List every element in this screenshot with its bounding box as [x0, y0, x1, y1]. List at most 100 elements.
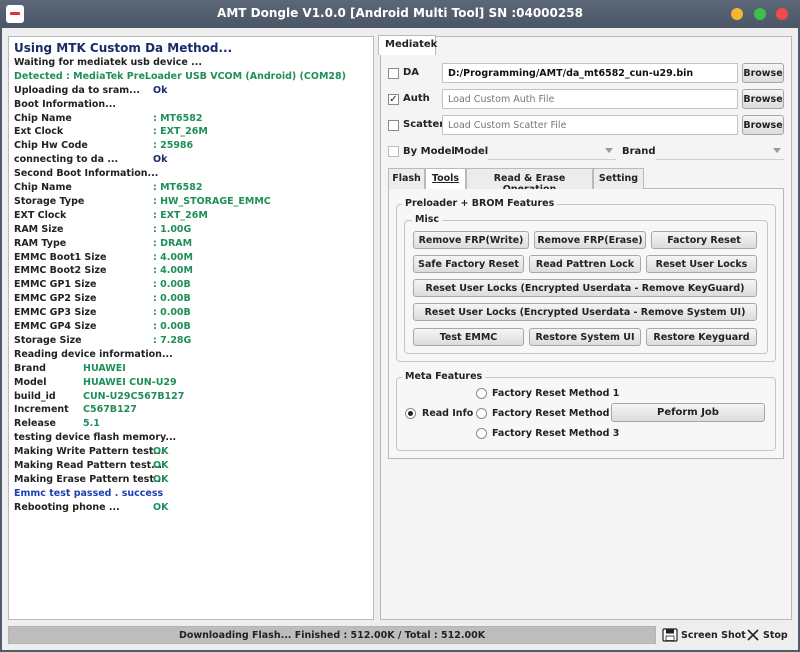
log-value: : 7.28G	[153, 334, 192, 346]
log-line: EMMC GP1 Size	[14, 279, 97, 291]
screenshot-label: Screen Shot	[681, 629, 746, 641]
log-line: testing device flash memory...	[14, 432, 177, 444]
log-value: OK	[153, 501, 169, 513]
log-line: EMMC GP3 Size	[14, 307, 97, 319]
log-value: : 0.00B	[153, 307, 191, 319]
log-line: Making Write Pattern test...	[14, 446, 165, 458]
log-panel[interactable]: Using MTK Custom Da Method... Waiting for…	[8, 36, 374, 620]
by-model-label: By Model	[403, 146, 455, 157]
remove-frp-erase-button[interactable]: Remove FRP(Erase)	[534, 231, 646, 249]
reset-user-locks-keyguard-button[interactable]: Reset User Locks (Encrypted Userdata - R…	[413, 279, 757, 297]
stop-label: Stop	[763, 629, 788, 641]
log-value: : DRAM	[153, 237, 193, 249]
da-label: DA	[403, 67, 420, 78]
tab-setting[interactable]: Setting	[593, 168, 644, 189]
log-value: C567B127	[83, 404, 137, 416]
log-line: EMMC Boot2 Size	[14, 265, 107, 277]
factory-reset-method3-radio[interactable]	[476, 428, 487, 439]
misc-group-title: Misc	[412, 214, 442, 225]
da-checkbox[interactable]	[388, 68, 399, 79]
factory-reset-method2-label: Factory Reset Method 2	[492, 408, 620, 419]
log-line: Storage Type	[14, 195, 85, 207]
perform-job-button[interactable]: Peform Job	[611, 403, 765, 422]
log-value: : 4.00M	[153, 251, 193, 263]
stop-button[interactable]: Stop	[746, 626, 788, 644]
log-value: : 1.00G	[153, 223, 192, 235]
progress-text: Downloading Flash... Finished : 512.00K …	[178, 630, 486, 641]
reset-user-locks-systemui-button[interactable]: Reset User Locks (Encrypted Userdata - R…	[413, 303, 757, 321]
log-value: Ok	[153, 84, 168, 96]
close-button[interactable]	[776, 8, 788, 20]
test-emmc-button[interactable]: Test EMMC	[413, 328, 524, 346]
log-line: EMMC GP4 Size	[14, 321, 97, 332]
log-line: Using MTK Custom Da Method...	[14, 41, 233, 55]
read-info-radio[interactable]	[405, 408, 416, 419]
log-line: Making Read Pattern test...	[14, 460, 162, 471]
log-value: : 4.00M	[153, 265, 193, 277]
tab-read-erase[interactable]: Read & Erase Operation	[466, 168, 593, 195]
tab-tools-label: Tools	[431, 173, 460, 184]
da-browse-button[interactable]: Browse	[742, 63, 784, 83]
tab-flash-label: Flash	[392, 173, 421, 184]
restore-keyguard-button[interactable]: Restore Keyguard	[646, 328, 757, 346]
log-line: Second Boot Information...	[14, 168, 159, 180]
scatter-file-field[interactable]: Load Custom Scatter File	[442, 115, 738, 135]
factory-reset-method3-label: Factory Reset Method 3	[492, 428, 620, 439]
log-value: : HW_STORAGE_EMMC	[153, 195, 271, 207]
auth-browse-button[interactable]: Browse	[742, 89, 784, 109]
reset-user-locks-button[interactable]: Reset User Locks	[646, 255, 757, 273]
minimize-button[interactable]	[731, 8, 743, 20]
factory-reset-button[interactable]: Factory Reset	[651, 231, 757, 249]
maximize-button[interactable]	[754, 8, 766, 20]
log-line: Uploading da to sram...	[14, 84, 141, 96]
meta-group-title: Meta Features	[402, 371, 486, 382]
log-line: EMMC Boot1 Size	[14, 251, 107, 263]
log-line: Release	[14, 418, 56, 430]
tab-flash[interactable]: Flash	[388, 168, 425, 189]
remove-frp-write-button[interactable]: Remove FRP(Write)	[413, 231, 529, 249]
log-line: Emmc test passed . success	[14, 487, 164, 499]
log-line: Boot Information...	[14, 98, 117, 110]
model-select[interactable]	[488, 142, 616, 160]
brand-select[interactable]	[656, 142, 784, 160]
log-value: : 25986	[153, 140, 194, 152]
scatter-checkbox[interactable]	[388, 120, 399, 131]
auth-file-field[interactable]: Load Custom Auth File	[442, 89, 738, 109]
screenshot-button[interactable]: Screen Shot	[662, 626, 746, 644]
tab-mediatek[interactable]: Mediatek	[378, 35, 437, 55]
log-line: RAM Size	[14, 223, 64, 235]
log-line: Increment	[14, 404, 69, 416]
log-line: Rebooting phone ...	[14, 501, 120, 513]
log-value: : 0.00B	[153, 293, 191, 305]
factory-reset-method1-label: Factory Reset Method 1	[492, 388, 620, 399]
by-model-checkbox[interactable]	[388, 146, 399, 157]
factory-reset-method1-radio[interactable]	[476, 388, 487, 399]
progress-bar: Downloading Flash... Finished : 512.00K …	[8, 626, 656, 644]
log-value: HUAWEI CUN-U29	[83, 376, 177, 388]
log-line: Chip Hw Code	[14, 140, 88, 152]
log-line: Reading device information...	[14, 348, 173, 360]
chevron-down-icon	[605, 148, 613, 153]
factory-reset-method2-radio[interactable]	[476, 408, 487, 419]
log-value: : EXT_26M	[153, 209, 208, 221]
log-value: : 0.00B	[153, 321, 191, 332]
safe-factory-reset-button[interactable]: Safe Factory Reset	[413, 255, 524, 273]
log-value: CUN-U29C567B127	[83, 390, 185, 402]
auth-checkbox[interactable]: ✓	[388, 94, 399, 105]
scatter-browse-button[interactable]: Browse	[742, 115, 784, 135]
read-pattern-lock-button[interactable]: Read Pattren Lock	[529, 255, 641, 273]
da-file-field[interactable]: D:/Programming/AMT/da_mt6582_cun-u29.bin	[442, 63, 738, 83]
restore-system-ui-button[interactable]: Restore System UI	[529, 328, 641, 346]
log-line: Ext Clock	[14, 126, 64, 138]
chevron-down-icon	[773, 148, 781, 153]
log-value: : MT6582	[153, 112, 203, 124]
log-value: : EXT_26M	[153, 126, 208, 138]
log-line: Waiting for mediatek usb device ...	[14, 56, 202, 68]
log-value: 5.1	[83, 418, 100, 430]
tab-tools[interactable]: Tools	[425, 168, 466, 190]
log-value: : 0.00B	[153, 279, 191, 291]
tab-setting-label: Setting	[598, 173, 639, 184]
log-line: Chip Name	[14, 112, 72, 124]
log-line: Making Erase Pattern test...	[14, 473, 165, 485]
title-bar: AMT Dongle V1.0.0 [Android Multi Tool] S…	[0, 0, 800, 28]
